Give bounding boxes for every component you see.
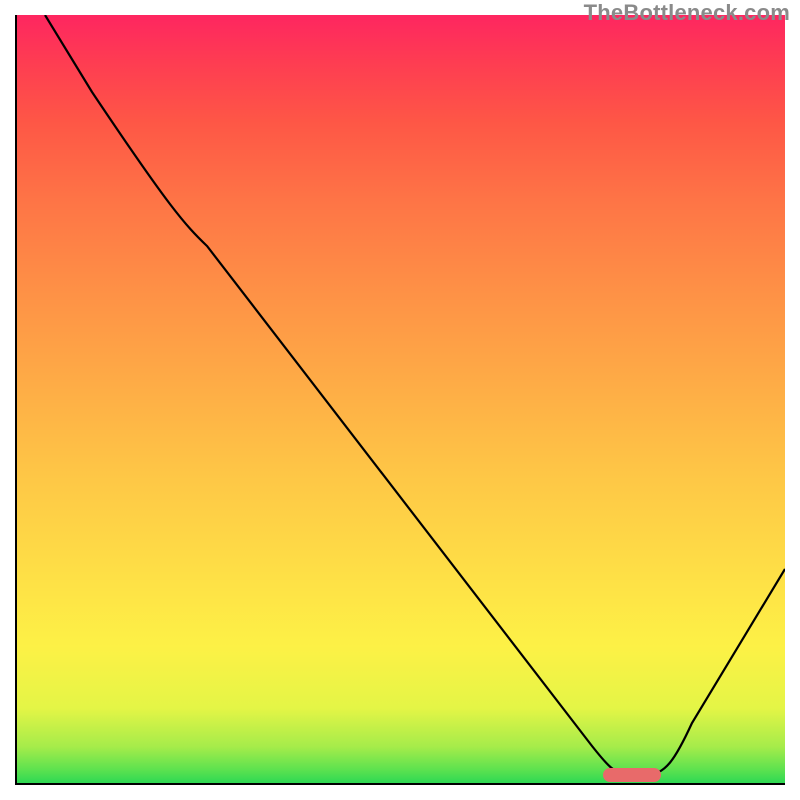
optimal-marker <box>603 768 661 782</box>
y-axis <box>15 15 17 785</box>
bottleneck-chart: TheBottleneck.com <box>0 0 800 800</box>
bottleneck-curve-path <box>45 15 785 775</box>
watermark-text: TheBottleneck.com <box>584 0 790 26</box>
curve-layer <box>15 15 785 785</box>
x-axis <box>15 783 785 785</box>
